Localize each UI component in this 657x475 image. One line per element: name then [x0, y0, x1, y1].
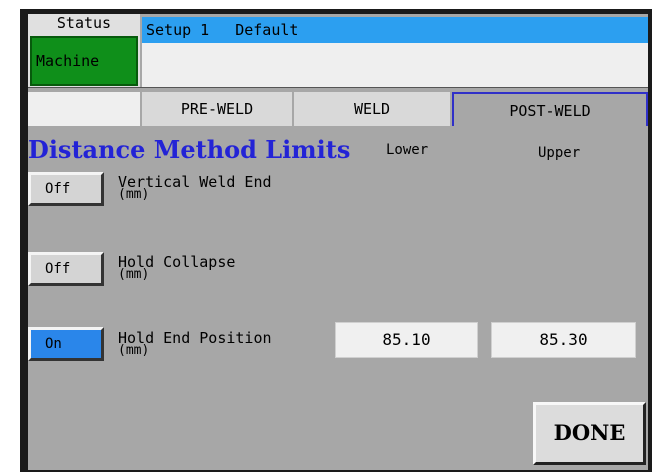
- tab-weld[interactable]: WELD: [294, 92, 450, 126]
- vertical-weld-end-unit: (mm): [118, 187, 150, 202]
- hold-collapse-toggle[interactable]: Off: [28, 252, 104, 286]
- lower-column-header: Lower: [386, 142, 429, 158]
- tab-pre-weld[interactable]: PRE-WELD: [142, 92, 292, 126]
- status-label: Status: [56, 14, 112, 32]
- hold-end-position-upper-value[interactable]: 85.30: [491, 322, 636, 358]
- header-area: [142, 43, 648, 87]
- setup-name: Setup 1: [146, 21, 210, 39]
- hmi-panel: Status Machine Setup 1 Default PRE-WELD W…: [28, 14, 648, 470]
- hold-collapse-unit: (mm): [118, 267, 150, 282]
- tab-spacer: [28, 92, 140, 126]
- hold-end-position-unit: (mm): [118, 343, 150, 358]
- hold-end-position-toggle[interactable]: On: [28, 327, 104, 361]
- vertical-weld-end-toggle[interactable]: Off: [28, 172, 104, 206]
- title-bar: Setup 1 Default: [142, 17, 648, 43]
- hold-end-position-lower-value[interactable]: 85.10: [335, 322, 478, 358]
- header-divider: [28, 87, 648, 88]
- section-title: Distance Method Limits: [28, 135, 351, 164]
- preset-name: Default: [235, 21, 299, 39]
- tab-post-weld[interactable]: POST-WELD: [452, 92, 648, 126]
- upper-column-header: Upper: [538, 145, 581, 161]
- machine-button[interactable]: Machine: [30, 36, 138, 86]
- done-button[interactable]: DONE: [533, 402, 646, 465]
